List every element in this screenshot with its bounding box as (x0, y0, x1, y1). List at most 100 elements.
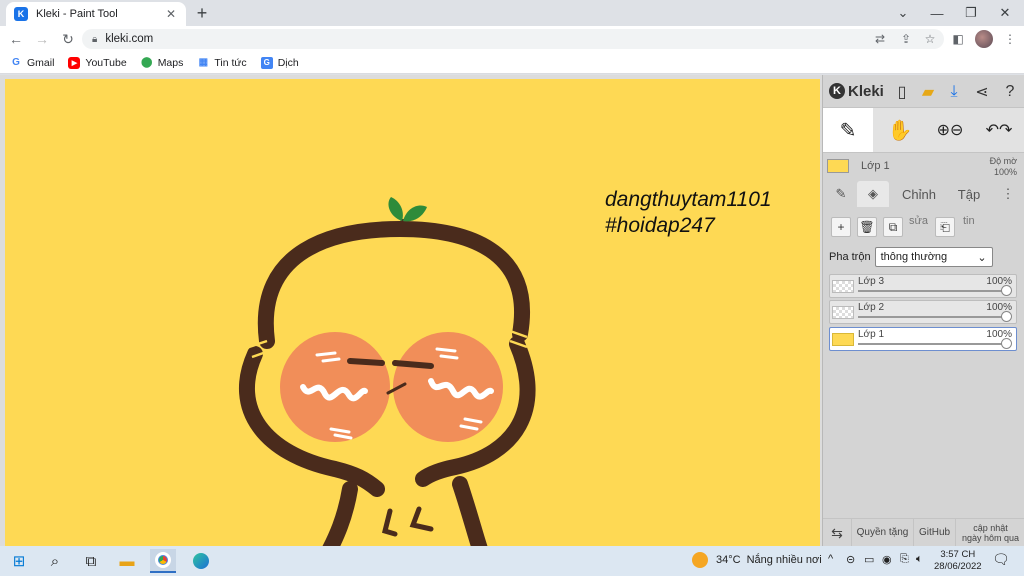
privacy-link[interactable]: Quyền tặng (851, 519, 913, 547)
forward-arrow-icon[interactable]: → (30, 27, 54, 51)
network-icon[interactable]: ◉ (882, 553, 892, 566)
blend-value: thông thường (880, 251, 948, 263)
volume-icon[interactable]: 🔈︎ (916, 553, 923, 566)
notification-icon[interactable]: 🗨︎ (992, 551, 1010, 568)
more-icon[interactable]: ⋮ (997, 181, 1019, 207)
add-layer-icon[interactable]: + (831, 217, 851, 237)
browser-tab[interactable]: K Kleki - Paint Tool ✕ (6, 2, 186, 26)
language-icon[interactable]: ⎘ (900, 553, 909, 566)
layer-opacity-slider[interactable] (858, 343, 1006, 345)
back-arrow-icon[interactable]: ← (4, 27, 28, 51)
left-cheek (280, 332, 390, 442)
share-icon[interactable]: ⋖ (971, 81, 993, 103)
delete-layer-icon[interactable]: 🗑︎ (857, 217, 877, 237)
translate-icon: G (260, 56, 273, 69)
bookmark-maps[interactable]: ⬤ Maps (141, 57, 183, 69)
edge-icon[interactable] (188, 549, 214, 573)
slider-knob[interactable] (1001, 285, 1012, 296)
panel-tabs: ✎ ◈ Chỉnh Tập ⋮ (823, 181, 1024, 207)
tab-close-icon[interactable]: ✕ (164, 7, 178, 21)
search-icon[interactable]: ⌕ (42, 549, 68, 573)
minimize-button[interactable]: — (920, 0, 954, 26)
task-view-icon[interactable]: ⧉ (78, 549, 104, 573)
side-panel-icon[interactable]: ◧ (948, 29, 968, 49)
close-window-button[interactable]: ✕ (988, 0, 1022, 26)
opacity-label: Độ mờ (989, 156, 1017, 166)
windows-start-icon[interactable]: ⊞ (6, 549, 32, 573)
share-icon[interactable]: ⇪ (896, 29, 916, 49)
new-tab-button[interactable]: + (192, 4, 212, 24)
tray-app-icon[interactable]: ⊝ (846, 553, 855, 566)
address-bar[interactable]: 🔒︎ kleki.com (82, 29, 944, 49)
layer-thumbnail (832, 306, 854, 319)
new-image-icon[interactable]: ▯ (891, 81, 913, 103)
profile-avatar[interactable] (975, 30, 993, 48)
layer-opacity-slider[interactable] (858, 316, 1006, 318)
url-text: kleki.com (105, 33, 154, 45)
layer-actions: + 🗑︎ ⧉ sửa ⎗ tin (823, 213, 1024, 239)
restore-button[interactable]: ❐ (954, 0, 988, 26)
layer-item[interactable]: Lớp 3 100% (829, 274, 1017, 298)
github-link[interactable]: GitHub (913, 519, 955, 547)
drawing-canvas[interactable]: dangthuytam1101 #hoidap247 (5, 79, 820, 546)
bookmark-label: Dịch (277, 56, 299, 69)
layer-item[interactable]: Lớp 1 100% (829, 327, 1017, 351)
bookmark-label: Gmail (27, 56, 55, 69)
clock-time: 3:57 CH (940, 549, 976, 560)
zoom-icon[interactable]: ⊕⊖ (927, 108, 973, 152)
tab-brush-icon[interactable]: ✎ (827, 181, 855, 207)
tab-search-icon[interactable]: ⌄ (886, 0, 920, 26)
tab-file[interactable]: Tập (947, 181, 991, 207)
bookmark-translate[interactable]: G Dịch (260, 56, 299, 69)
file-explorer-icon[interactable]: ▬ (114, 549, 140, 573)
bookmark-youtube[interactable]: ▶ YouTube (68, 56, 127, 69)
tab-edit[interactable]: Chỉnh (895, 181, 943, 207)
sprout-leaf-left (388, 197, 403, 221)
layer-name: Lớp 3 (858, 276, 885, 287)
duplicate-layer-icon[interactable]: ⧉ (883, 217, 903, 237)
bookmark-gmail[interactable]: G Gmail (10, 57, 54, 69)
hand-tool-icon[interactable]: ✋ (877, 108, 923, 152)
system-clock[interactable]: 3:57 CH 28/06/2022 (934, 549, 982, 573)
edit-label: sửa (909, 215, 928, 227)
bookmark-news[interactable]: ▦ Tin tức (197, 57, 247, 69)
current-layer-name: Lớp 1 (861, 160, 890, 172)
signature-line: dangthuytam1101 (605, 188, 772, 211)
kleki-app: dangthuytam1101 #hoidap247 K Kleki ▯ ▰ ⤓… (0, 75, 1024, 547)
hand-mark-left (381, 508, 398, 537)
update-line: cập nhật (973, 523, 1008, 533)
brush-tool-icon[interactable]: ✎ (823, 108, 873, 152)
menu-dots-icon[interactable]: ⋮ (1000, 29, 1020, 49)
slider-knob[interactable] (1001, 338, 1012, 349)
bookmark-star-icon[interactable]: ☆ (920, 29, 940, 49)
info-label: tin (963, 215, 975, 227)
help-icon[interactable]: ? (999, 81, 1021, 103)
tool-bar: ✎ ✋ ⊕⊖ ↶↷ (823, 107, 1024, 153)
layer-name: Lớp 2 (858, 302, 885, 313)
layer-opacity-slider[interactable] (858, 290, 1006, 292)
layer-thumbnail (832, 333, 854, 346)
drawing-illustration (238, 197, 536, 546)
reload-icon[interactable]: ↻ (56, 27, 80, 51)
swap-side-icon[interactable]: ⇆ (823, 519, 851, 547)
tray-chevron-icon[interactable]: ^ (828, 553, 833, 565)
slider-knob[interactable] (1001, 311, 1012, 322)
current-layer-opacity: Độ mờ 100% (990, 156, 1017, 178)
windows-taskbar: ⊞ ⌕ ⧉ ▬ 34°C Nắng nhiều nơi ^ ⊝ ▭ ◉ ⎘ 🔈︎… (0, 546, 1024, 576)
undo-redo-icon[interactable]: ↶↷ (975, 108, 1023, 152)
weather-widget[interactable]: 34°C Nắng nhiều nơi (692, 552, 822, 568)
open-folder-icon[interactable]: ▰ (917, 81, 939, 103)
changelog-link[interactable]: cập nhật ngày hôm qua (955, 519, 1024, 547)
browser-toolbar: ← → ↻ 🔒︎ kleki.com ⇄ ⇪ ☆ ◧ ⋮ (0, 26, 1024, 52)
blend-mode-select[interactable]: thông thường ⌄ (874, 247, 993, 267)
translate-page-icon[interactable]: ⇄ (870, 29, 890, 49)
download-icon[interactable]: ⤓ (943, 81, 965, 103)
tab-layers-icon[interactable]: ◈ (857, 181, 889, 207)
layer-item[interactable]: Lớp 2 100% (829, 300, 1017, 324)
blend-label: Pha trộn (829, 251, 871, 263)
chrome-icon[interactable] (150, 549, 176, 573)
layer-color-swatch[interactable] (827, 159, 849, 173)
weather-text: Nắng nhiều nơi (746, 554, 822, 566)
merge-layer-icon[interactable]: ⎗ (935, 217, 955, 237)
battery-icon[interactable]: ▭ (864, 553, 874, 566)
